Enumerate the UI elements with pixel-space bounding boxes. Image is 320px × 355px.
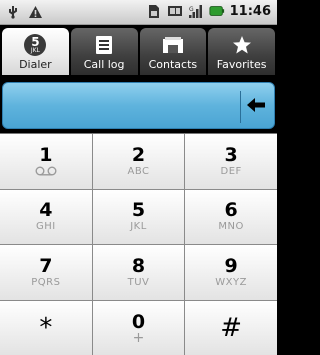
digits-display (0, 77, 277, 133)
warning-icon (27, 4, 43, 20)
status-bar: G 11:46 (0, 0, 277, 25)
star-icon (232, 34, 252, 56)
key-6[interactable]: 6 MNO (185, 189, 277, 244)
key-4[interactable]: 4 GHI (0, 189, 92, 244)
call-log-icon (95, 34, 113, 56)
tab-call-log[interactable]: Call log (70, 28, 138, 75)
key-hash[interactable]: # (185, 300, 277, 355)
signal-icon: G (188, 3, 204, 19)
tab-favorites[interactable]: Favorites (208, 28, 275, 75)
key-0[interactable]: 0 + (92, 300, 185, 355)
key-8[interactable]: 8 TUV (92, 245, 185, 300)
key-5[interactable]: 5 JKL (92, 189, 185, 244)
key-9[interactable]: 9 WXYZ (185, 245, 277, 300)
battery-icon (209, 3, 225, 19)
tab-label: Favorites (216, 58, 267, 71)
key-1[interactable]: 1 (0, 134, 92, 189)
key-3[interactable]: 3 DEF (185, 134, 277, 189)
tab-label: Call log (83, 58, 125, 71)
svg-text:G: G (189, 6, 194, 13)
dialpad: 1 2 ABC 3 DEF 4 GHI 5 JKL 6 MNO 7 PQRS 8… (0, 133, 277, 355)
tab-bar: 5 JKL Dialer Call log Contacts Favorites (0, 25, 277, 77)
backspace-arrow-icon (246, 97, 266, 117)
sim-icon (146, 3, 162, 19)
battery-alt-icon (167, 3, 183, 19)
usb-icon (5, 4, 21, 20)
key-2[interactable]: 2 ABC (92, 134, 185, 189)
voicemail-icon (35, 165, 57, 178)
dialer-icon: 5 JKL (24, 34, 47, 56)
status-clock: 11:46 (229, 3, 271, 19)
key-star[interactable]: * (0, 300, 92, 355)
tab-contacts[interactable]: Contacts (139, 28, 207, 75)
tab-dialer[interactable]: 5 JKL Dialer (2, 28, 69, 75)
key-7[interactable]: 7 PQRS (0, 245, 92, 300)
delete-button[interactable] (240, 91, 270, 123)
tab-label: Contacts (148, 58, 198, 71)
contacts-icon (162, 34, 184, 56)
tab-label: Dialer (19, 58, 52, 71)
